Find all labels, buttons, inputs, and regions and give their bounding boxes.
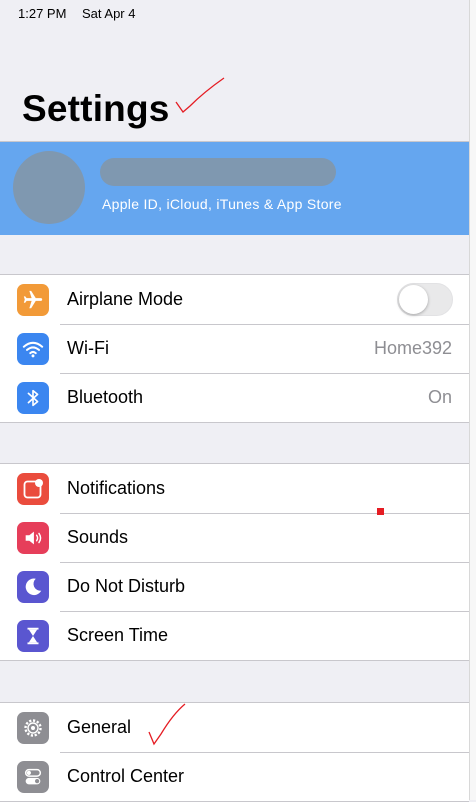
wifi-icon: [17, 333, 49, 365]
page-title: Settings: [22, 88, 170, 129]
account-subtitle: Apple ID, iCloud, iTunes & App Store: [102, 196, 342, 212]
split-view-edge: [469, 0, 476, 800]
row-label: Sounds: [67, 527, 129, 547]
connectivity-group: Airplane Mode Wi-Fi Home392 Bluetooth On: [0, 274, 469, 423]
row-airplane-mode[interactable]: Airplane Mode: [0, 275, 469, 324]
red-dot-annotation: [377, 508, 384, 515]
row-label: Screen Time: [67, 625, 169, 645]
notifications-group: Notifications Sounds Do Not Disturb Scre…: [0, 463, 469, 661]
row-label: Bluetooth: [67, 387, 144, 407]
status-time: 1:27 PM: [18, 6, 67, 21]
row-label: Control Center: [67, 766, 185, 786]
hourglass-icon: [17, 620, 49, 652]
toggles-icon: [17, 761, 49, 793]
wifi-network-value: Home392: [373, 338, 452, 358]
checkmark-annotation-icon: [175, 77, 225, 113]
row-do-not-disturb[interactable]: Do Not Disturb: [0, 562, 469, 611]
row-bluetooth[interactable]: Bluetooth On: [0, 373, 469, 422]
bluetooth-status-value: On: [427, 387, 452, 407]
speaker-icon: [17, 522, 49, 554]
apple-id-account-row[interactable]: Apple ID, iCloud, iTunes & App Store: [0, 142, 469, 235]
checkmark-annotation-icon: [148, 703, 186, 746]
gear-icon: [17, 712, 49, 744]
account-name-redacted: [100, 158, 336, 186]
row-general[interactable]: General: [0, 703, 469, 752]
status-date: Sat Apr 4: [82, 6, 136, 21]
airplane-icon: [17, 284, 49, 316]
row-wifi[interactable]: Wi-Fi Home392: [0, 324, 469, 373]
row-control-center[interactable]: Control Center: [0, 752, 469, 801]
status-bar: 1:27 PM Sat Apr 4: [0, 0, 476, 30]
bluetooth-icon: [17, 382, 49, 414]
row-label: Airplane Mode: [67, 289, 184, 309]
notifications-icon: [17, 473, 49, 505]
airplane-mode-toggle[interactable]: [397, 283, 453, 316]
row-label: General: [67, 717, 132, 737]
row-label: Notifications: [67, 478, 166, 498]
row-sounds[interactable]: Sounds: [0, 513, 469, 562]
row-label: Wi-Fi: [67, 338, 109, 358]
row-notifications[interactable]: Notifications: [0, 464, 469, 513]
row-label: Do Not Disturb: [67, 576, 186, 596]
general-group: General Control Center: [0, 702, 469, 802]
avatar: [13, 151, 85, 224]
row-screen-time[interactable]: Screen Time: [0, 611, 469, 660]
moon-icon: [17, 571, 49, 603]
toggle-knob: [399, 285, 428, 314]
